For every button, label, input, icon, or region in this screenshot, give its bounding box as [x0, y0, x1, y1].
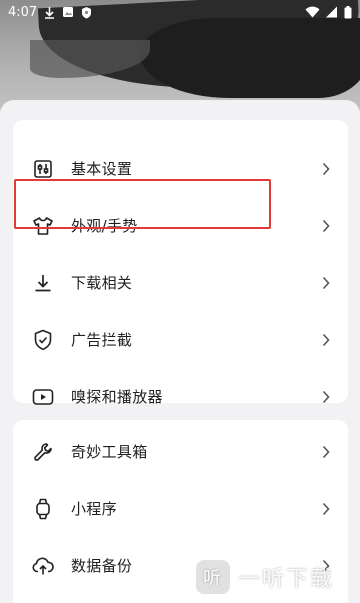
menu-item-label: 嗅探和播放器	[71, 388, 163, 406]
chevron-right-icon	[322, 160, 334, 178]
menu-item-basic-settings[interactable]: 基本设置	[13, 140, 348, 197]
status-time: 4:07	[8, 4, 38, 20]
cloud-upload-icon	[31, 554, 55, 578]
menu-item-ad-block[interactable]: 广告拦截	[13, 311, 348, 368]
battery-icon	[344, 5, 352, 18]
chevron-right-icon	[322, 500, 334, 518]
status-bar: 4:07	[0, 0, 360, 24]
wifi-icon	[305, 6, 320, 18]
image-icon	[63, 7, 74, 17]
chevron-right-icon	[322, 331, 334, 349]
watermark-text: 一听下载	[238, 567, 335, 592]
menu-item-mini-programs[interactable]: 小程序	[13, 480, 348, 537]
chevron-right-icon	[322, 274, 334, 292]
chevron-right-icon	[322, 217, 334, 235]
watch-icon	[31, 497, 55, 521]
tshirt-icon	[31, 214, 55, 238]
shield-check-icon	[31, 328, 55, 352]
chevron-right-icon	[322, 388, 334, 406]
sliders-icon	[31, 157, 55, 181]
shield-icon	[82, 6, 92, 18]
play-icon	[31, 385, 55, 409]
signal-icon	[326, 6, 337, 18]
menu-item-label: 下载相关	[71, 274, 133, 292]
download-icon	[31, 271, 55, 295]
chevron-right-icon	[322, 443, 334, 461]
menu-item-toolbox[interactable]: 奇妙工具箱	[13, 423, 348, 480]
settings-card-main: 基本设置 外观/手势 下载相关 广告拦截 嗅探和播放器	[13, 120, 348, 406]
menu-item-sniffer-player[interactable]: 嗅探和播放器	[13, 368, 348, 425]
menu-item-label: 奇妙工具箱	[71, 443, 148, 461]
settings-sheet: 基本设置 外观/手势 下载相关 广告拦截 嗅探和播放器 奇妙工具箱 小程序 数据…	[0, 100, 360, 603]
wrench-icon	[31, 440, 55, 464]
menu-item-download-settings[interactable]: 下载相关	[13, 254, 348, 311]
menu-item-label: 外观/手势	[71, 217, 138, 235]
watermark-logo: 听	[196, 560, 230, 594]
menu-item-label: 广告拦截	[71, 331, 133, 349]
menu-item-appearance-gestures[interactable]: 外观/手势	[13, 197, 348, 254]
menu-item-label: 数据备份	[71, 557, 133, 575]
watermark: 听 一听下载	[196, 560, 334, 594]
menu-item-label: 基本设置	[71, 160, 133, 178]
menu-item-label: 小程序	[71, 500, 117, 518]
download-icon	[45, 6, 55, 19]
